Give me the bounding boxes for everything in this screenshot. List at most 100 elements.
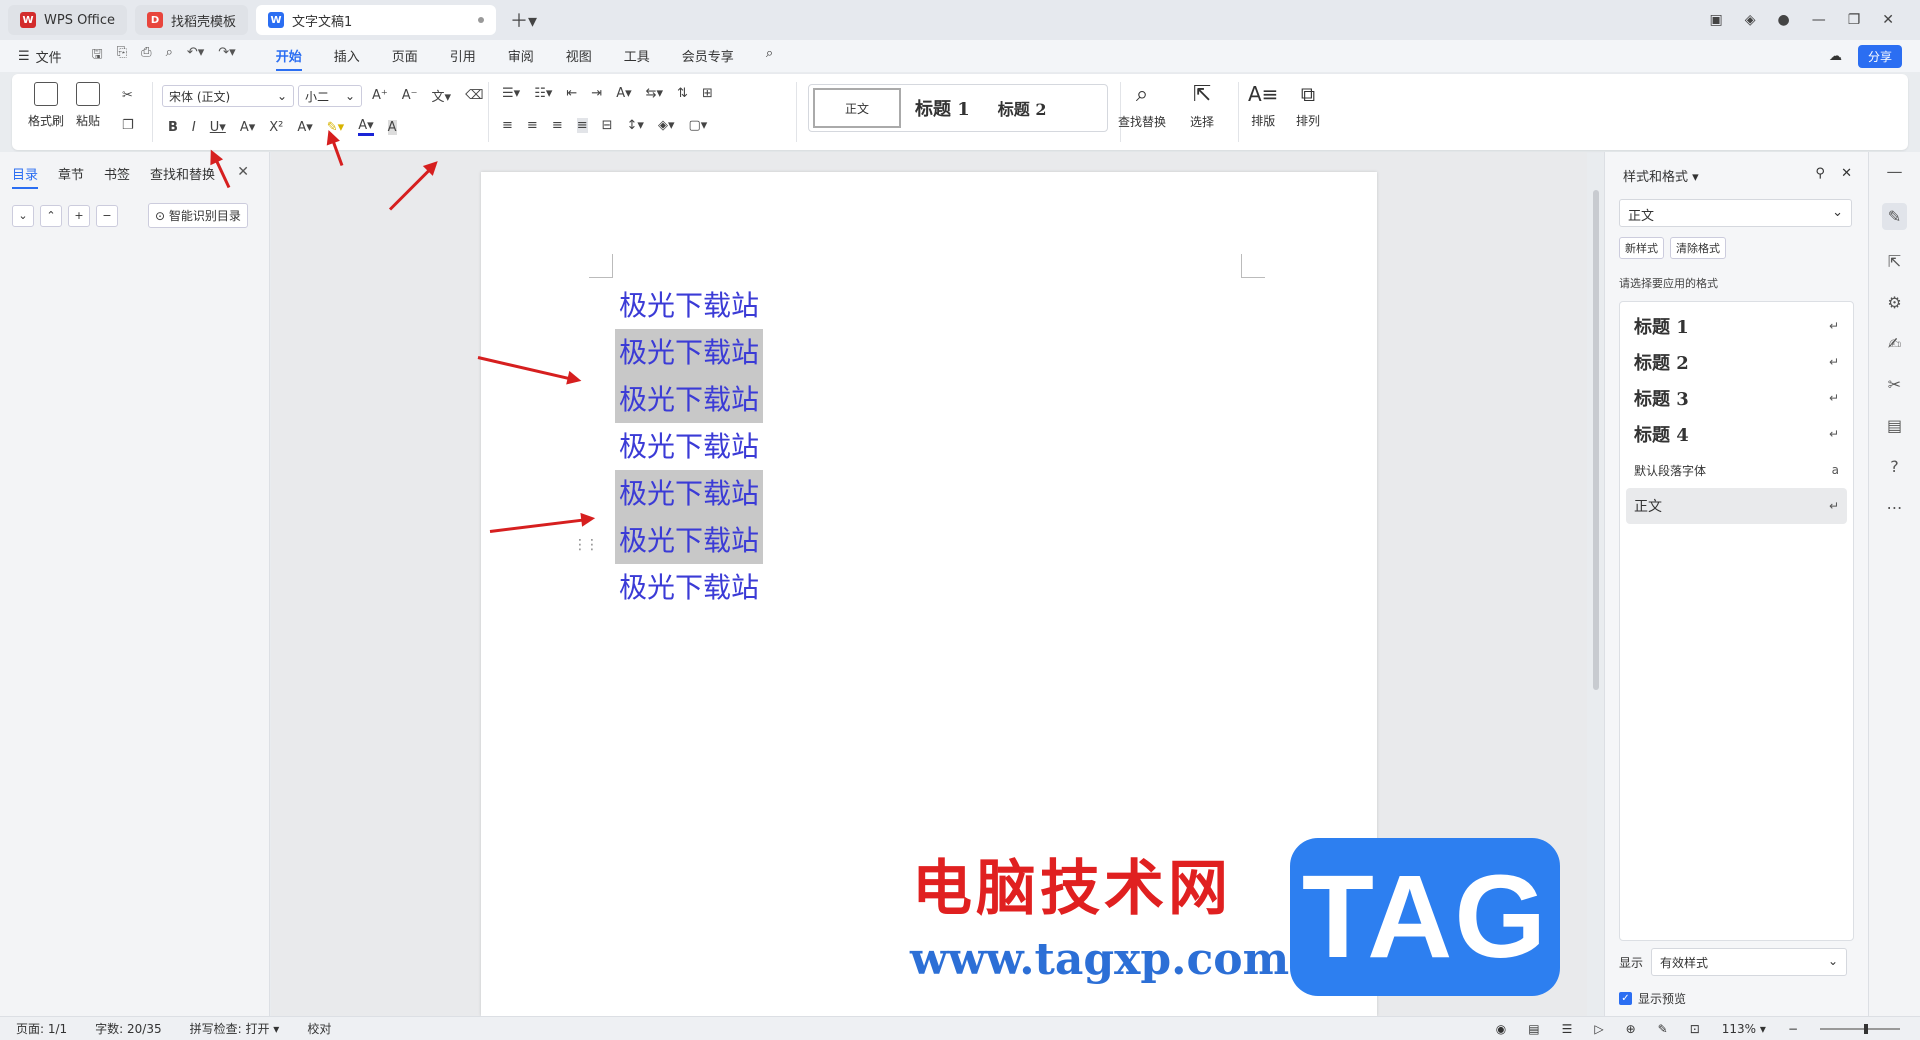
chinese-layout-icon[interactable]: A▾ [616,86,631,101]
web-view-icon[interactable]: ⊕ [1626,1022,1636,1036]
scroll-thumb[interactable] [1593,190,1599,690]
cloud-icon[interactable]: ☁ [1829,49,1842,64]
chevron-down-icon[interactable]: ⌄ [12,204,34,227]
font-size-select[interactable]: 小二 ⌄ [298,85,362,107]
nav-tab-toc[interactable]: 目录 [12,164,39,189]
paragraph[interactable]: 极光下载站 [615,282,763,329]
format-painter-button[interactable]: 格式刷 [28,82,64,129]
numbered-list-icon[interactable]: ☷▾ [534,86,552,101]
style-item-body[interactable]: 正文 ↵ [1626,488,1847,524]
underline-icon[interactable]: U▾ [210,120,226,135]
new-tab-icon[interactable]: ＋▾ [510,7,537,33]
word-count[interactable]: 字数: 20/35 [95,1020,161,1037]
font-name-select[interactable]: 宋体 (正文) ⌄ [162,85,294,107]
paste-button[interactable]: 粘贴 [76,82,100,129]
paragraph[interactable]: 极光下载站 [615,423,763,470]
minus-icon[interactable]: − [96,204,118,227]
show-preview-checkbox[interactable]: ✓ 显示预览 [1619,990,1686,1007]
checkbox-checked-icon[interactable]: ✓ [1619,992,1632,1005]
style-item-heading-2[interactable]: 标题 2 ↵ [1626,344,1847,380]
tab-reference[interactable]: 引用 [450,42,476,71]
strikethrough-icon[interactable]: A▾ [240,120,255,135]
share-button[interactable]: 分享 [1857,44,1902,68]
minimize-icon[interactable]: — [1812,12,1826,28]
tab-template[interactable]: D 找稻壳模板 [135,5,249,35]
cube-icon[interactable]: ◈ [1745,12,1756,28]
border-icon[interactable]: ▢▾ [688,118,707,133]
undo-icon[interactable]: ↶▾ [187,45,204,67]
eye-icon[interactable]: ◉ [1496,1022,1506,1036]
tab-tools[interactable]: 工具 [624,42,650,71]
clear-format-icon[interactable]: ⌫ [465,88,483,103]
file-menu[interactable]: ☰ 文件 [18,47,62,66]
justify-icon[interactable]: ≡ [576,118,588,133]
close-icon[interactable]: ✕ [1841,166,1852,181]
zoom-level[interactable]: 113% ▾ [1722,1022,1766,1036]
tab-page[interactable]: 页面 [392,42,418,71]
shading-icon[interactable]: ◈▾ [658,118,675,133]
tab-review[interactable]: 审阅 [508,42,534,71]
find-replace-button[interactable]: ⌕ 查找替换 [1118,82,1166,130]
play-icon[interactable]: ▷ [1594,1022,1603,1036]
export-icon[interactable]: ⎘ [117,45,127,67]
layout-button[interactable]: A≡ 排版 [1248,82,1278,129]
pen-mode-icon[interactable]: ✎ [1658,1022,1668,1036]
line-spacing-icon[interactable]: ↕▾ [627,118,644,133]
show-filter-select[interactable]: 有效样式 ⌄ [1651,948,1848,976]
new-style-button[interactable]: 新样式 [1619,237,1664,259]
page-count[interactable]: 页面: 1/1 [16,1020,67,1037]
distribute-icon[interactable]: ⊟ [602,118,613,133]
text-direction-icon[interactable]: ⇆▾ [646,86,663,101]
grow-font-icon[interactable]: A⁺ [372,88,388,103]
save-icon[interactable]: 🖫 [92,45,103,67]
close-icon[interactable]: ✕ [1882,12,1894,28]
style-item-default-font[interactable]: 默认段落字体 a [1626,452,1847,488]
tools-icon[interactable]: ✂ [1888,375,1901,394]
superscript-icon[interactable]: X² [269,120,283,135]
paragraph-selected[interactable]: 极光下载站 [615,470,764,517]
tab-wps-office[interactable]: W WPS Office [8,5,128,35]
phonetic-icon[interactable]: 文▾ [432,86,452,105]
book-icon[interactable]: ▤ [1887,416,1902,435]
preview-icon[interactable]: ⌕ [166,45,173,67]
decrease-indent-icon[interactable]: ⇤ [566,86,577,101]
paragraph[interactable]: 极光下载站 [615,564,763,611]
tab-view[interactable]: 视图 [566,42,592,71]
bold-icon[interactable]: B [168,120,178,135]
more-icon[interactable]: ⋯ [1887,498,1903,517]
bullet-list-icon[interactable]: ☰▾ [502,86,520,101]
style-heading-2[interactable]: 标题 2 [984,96,1061,120]
print-icon[interactable]: ⎙ [141,45,151,67]
document-body[interactable]: 极光下载站 极光下载站 极光下载站 极光下载站 极光下载站 极光下载站 极光下载… [615,282,764,611]
italic-icon[interactable]: I [192,120,196,135]
cut-icon[interactable]: ✂ [122,88,133,103]
tab-start[interactable]: 开始 [275,42,302,71]
spellcheck-toggle[interactable]: 拼写检查: 打开 ▾ [190,1020,280,1037]
settings-sliders-icon[interactable]: ⚙ [1887,293,1901,312]
proofread-button[interactable]: 校对 [307,1020,331,1037]
font-color-icon[interactable]: A▾ [358,118,374,136]
style-item-heading-4[interactable]: 标题 4 ↵ [1626,416,1847,452]
collapse-icon[interactable]: — [1887,162,1903,181]
shrink-font-icon[interactable]: A⁻ [402,88,418,103]
tab-insert[interactable]: 插入 [334,42,360,71]
pin-icon[interactable]: ⚲ [1815,166,1825,181]
edit-doc-icon[interactable]: ✍ [1888,334,1901,353]
style-item-heading-1[interactable]: 标题 1 ↵ [1626,308,1847,344]
outline-view-icon[interactable]: ☰ [1562,1022,1573,1036]
pen-icon[interactable]: ✎ [1881,203,1908,230]
text-effect-icon[interactable]: A▾ [297,120,312,135]
redo-icon[interactable]: ↷▾ [218,45,235,67]
increase-indent-icon[interactable]: ⇥ [591,86,602,101]
select-button[interactable]: ⇱ 选择 [1190,82,1214,130]
current-style-select[interactable]: 正文 ⌄ [1619,199,1852,227]
layout-icon[interactable]: ▣ [1709,12,1722,28]
cursor-icon[interactable]: ⇱ [1888,252,1901,271]
clear-format-button[interactable]: 清除格式 [1670,237,1726,259]
align-left-icon[interactable]: ≡ [502,118,513,133]
style-item-heading-3[interactable]: 标题 3 ↵ [1626,380,1847,416]
sort-icon[interactable]: ⇅ [677,86,688,101]
zoom-slider[interactable] [1820,1023,1900,1034]
smart-toc-button[interactable]: ⊙ 智能识别目录 [148,203,248,228]
nav-tab-find-replace[interactable]: 查找和替换 [150,164,215,189]
